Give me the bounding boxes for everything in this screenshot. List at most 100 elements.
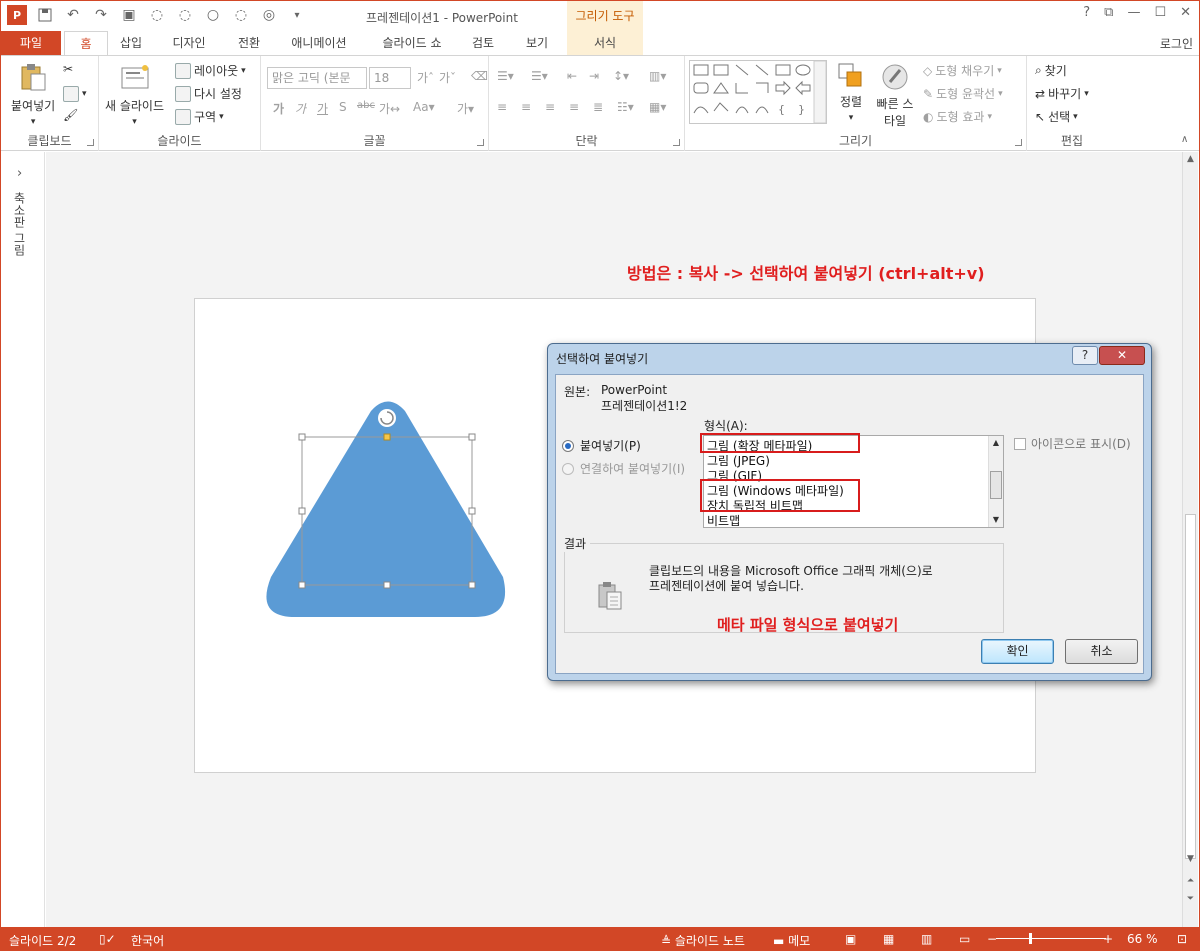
- fit-to-window-icon[interactable]: ⊡: [1177, 932, 1187, 946]
- bullets-button[interactable]: ☰▾: [497, 69, 514, 83]
- strikethrough-button[interactable]: abc: [357, 100, 375, 111]
- smartart-button[interactable]: ▦▾: [649, 100, 666, 114]
- paste-link-radio-option[interactable]: 연결하여 붙여넣기(I): [562, 460, 685, 477]
- clear-formatting-icon[interactable]: ⌫: [471, 69, 488, 83]
- spell-check-icon[interactable]: ▯✓: [99, 932, 116, 946]
- select-button[interactable]: ↖ 선택 ▾: [1035, 108, 1078, 125]
- zoom-in-icon[interactable]: +: [1103, 932, 1113, 946]
- decrease-indent-button[interactable]: ⇤: [567, 69, 577, 83]
- shape-outline-button[interactable]: ✎ 도형 윤곽선 ▾: [923, 85, 1003, 102]
- paragraph-launcher-icon[interactable]: [673, 139, 680, 146]
- shape-fill-button[interactable]: ◇ 도형 채우기 ▾: [923, 62, 1002, 79]
- tab-file[interactable]: 파일: [1, 31, 61, 55]
- cancel-button[interactable]: 취소: [1065, 639, 1138, 664]
- slide-show-icon[interactable]: ▭: [959, 932, 970, 946]
- notes-button[interactable]: ≜ 슬라이드 노트: [661, 932, 745, 949]
- reading-view-icon[interactable]: ▥: [921, 932, 932, 946]
- line-spacing-button[interactable]: ↕▾: [613, 69, 629, 83]
- font-name-combo[interactable]: 맑은 고딕 (본문: [267, 67, 367, 89]
- dialog-close-button[interactable]: ✕: [1099, 346, 1145, 365]
- tab-view[interactable]: 보기: [515, 31, 559, 55]
- increase-font-size-button[interactable]: 가ˆ: [417, 69, 434, 86]
- adjust-handle[interactable]: [383, 433, 391, 441]
- font-size-combo[interactable]: 18: [369, 67, 411, 89]
- distributed-button[interactable]: ≣: [593, 100, 603, 114]
- align-center-button[interactable]: ≡: [521, 100, 531, 114]
- help-icon[interactable]: ?: [1083, 5, 1090, 20]
- shape-icon[interactable]: ◌: [147, 5, 167, 25]
- align-left-button[interactable]: ≡: [497, 100, 507, 114]
- paste-link-radio[interactable]: [562, 462, 574, 475]
- align-text-button[interactable]: ☷▾: [617, 100, 634, 114]
- underline-button[interactable]: 가: [317, 100, 328, 117]
- clipboard-launcher-icon[interactable]: [87, 139, 94, 146]
- decrease-font-size-button[interactable]: 가ˇ: [439, 69, 456, 86]
- zoom-slider-thumb[interactable]: [1029, 933, 1032, 944]
- tab-slide-show[interactable]: 슬라이드 쇼: [371, 31, 453, 55]
- expand-thumbnails-icon[interactable]: ›: [17, 166, 22, 181]
- tab-format[interactable]: 서식: [567, 31, 643, 55]
- columns-button[interactable]: ▥▾: [649, 69, 666, 83]
- close-icon[interactable]: ✕: [1180, 5, 1191, 20]
- slide-indicator[interactable]: 슬라이드 2/2: [9, 932, 76, 949]
- shapes-gallery[interactable]: { }: [689, 60, 827, 124]
- tab-transitions[interactable]: 전환: [227, 31, 271, 55]
- tab-design[interactable]: 디자인: [161, 31, 217, 55]
- paste-button[interactable]: 붙여넣기 ▾: [11, 62, 55, 127]
- format-list-scrollbar[interactable]: ▲ ▼: [988, 436, 1003, 527]
- shape-effects-button[interactable]: ◐ 도형 효과 ▾: [923, 108, 992, 125]
- shadow-button[interactable]: S: [339, 100, 347, 114]
- shape-icon-5[interactable]: ◎: [259, 5, 279, 25]
- start-from-beginning-icon[interactable]: ▣: [119, 5, 139, 25]
- increase-indent-button[interactable]: ⇥: [589, 69, 599, 83]
- paste-radio[interactable]: [562, 439, 574, 452]
- previous-slide-icon[interactable]: ⏶: [1183, 874, 1198, 888]
- tab-review[interactable]: 검토: [463, 31, 503, 55]
- numbering-button[interactable]: ☰▾: [531, 69, 548, 83]
- shape-icon-2[interactable]: ◌: [175, 5, 195, 25]
- ok-button[interactable]: 확인: [981, 639, 1054, 664]
- character-spacing-button[interactable]: 가↔: [379, 100, 400, 117]
- layout-button[interactable]: 레이아웃 ▾: [175, 62, 246, 79]
- tab-animations[interactable]: 애니메이션: [281, 31, 357, 55]
- bold-button[interactable]: 가: [273, 100, 284, 117]
- show-as-icon-checkbox[interactable]: [1014, 437, 1026, 450]
- tab-insert[interactable]: 삽입: [111, 31, 151, 55]
- list-scroll-thumb[interactable]: [990, 471, 1002, 499]
- redo-icon[interactable]: ↷: [91, 5, 111, 25]
- scroll-up-icon[interactable]: ▲: [1183, 152, 1198, 166]
- maximize-icon[interactable]: ☐: [1154, 5, 1166, 20]
- copy-button[interactable]: ▾: [63, 86, 87, 102]
- quick-styles-button[interactable]: 빠른 스타일: [873, 62, 917, 129]
- zoom-level[interactable]: 66 %: [1127, 932, 1158, 946]
- minimize-icon[interactable]: —: [1127, 5, 1140, 20]
- show-as-icon-option[interactable]: 아이콘으로 표시(D): [1014, 435, 1131, 452]
- paste-radio-option[interactable]: 붙여넣기(P): [562, 437, 641, 454]
- powerpoint-logo-icon[interactable]: P: [7, 5, 27, 25]
- language-indicator[interactable]: 한국어: [131, 932, 164, 949]
- italic-button[interactable]: 가: [295, 100, 306, 117]
- scroll-thumb[interactable]: [1185, 514, 1196, 859]
- justify-button[interactable]: ≡: [569, 100, 579, 114]
- slide-sorter-icon[interactable]: ▦: [883, 932, 894, 946]
- list-scroll-down-icon[interactable]: ▼: [989, 513, 1003, 527]
- cut-button[interactable]: ✂: [63, 62, 73, 76]
- dialog-help-button[interactable]: ?: [1072, 346, 1098, 365]
- reset-button[interactable]: 다시 설정: [175, 85, 242, 102]
- list-scroll-up-icon[interactable]: ▲: [989, 436, 1003, 450]
- zoom-slider[interactable]: [996, 938, 1106, 939]
- shape-icon-3[interactable]: ○: [203, 5, 223, 25]
- tab-home[interactable]: 홈: [64, 31, 108, 56]
- zoom-out-icon[interactable]: −: [987, 932, 997, 946]
- undo-icon[interactable]: ↶: [63, 5, 83, 25]
- font-launcher-icon[interactable]: [477, 139, 484, 146]
- replace-button[interactable]: ⇄ 바꾸기 ▾: [1035, 85, 1089, 102]
- section-button[interactable]: 구역 ▾: [175, 108, 224, 125]
- new-slide-button[interactable]: 새 슬라이드 ▾: [105, 62, 164, 127]
- collapse-ribbon-icon[interactable]: ∧: [1181, 134, 1188, 145]
- vertical-scrollbar[interactable]: ▲ ▼ ⏶ ⏷: [1182, 152, 1198, 927]
- drawing-launcher-icon[interactable]: [1015, 139, 1022, 146]
- change-case-button[interactable]: Aa▾: [413, 100, 435, 114]
- next-slide-icon[interactable]: ⏷: [1183, 892, 1198, 906]
- comments-button[interactable]: ▬ 메모: [773, 932, 810, 949]
